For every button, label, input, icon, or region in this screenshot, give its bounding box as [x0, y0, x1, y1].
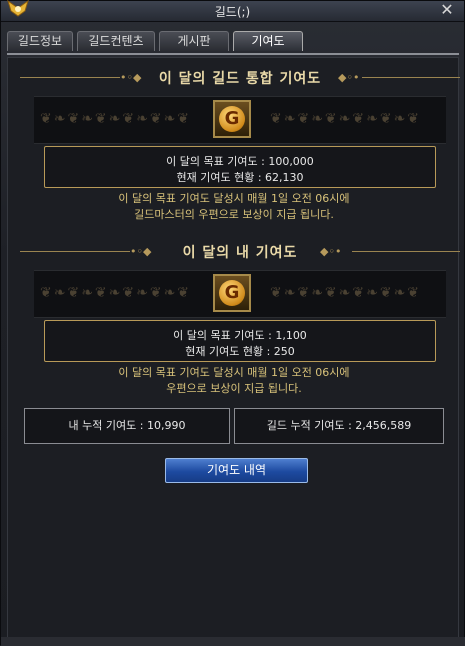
tab-contribution[interactable]: 기여도: [233, 31, 303, 51]
ornament-icon: ◆◦•: [320, 245, 342, 258]
ornament-icon: ◆◦•: [338, 71, 360, 84]
guild-goal-text: 이 달의 목표 기여도 : 100,000: [166, 155, 314, 168]
my-section-title: 이 달의 내 기여도: [182, 245, 298, 261]
guild-goal-box: 이 달의 목표 기여도 : 100,000 현재 기여도 현황 : 62,130: [44, 146, 436, 188]
filigree-pattern: ❦❧❦❧❦❧❦❧❦❧❦: [270, 285, 422, 301]
close-button[interactable]: ✕: [438, 1, 456, 19]
header-divider: [352, 251, 460, 252]
tab-board[interactable]: 게시판: [159, 31, 229, 51]
guild-section-header: •◦◆ 이 달의 길드 통합 기여도 ◆◦•: [20, 66, 460, 90]
filigree-pattern: ❦❧❦❧❦❧❦❧❦❧❦: [270, 111, 422, 127]
filigree-pattern: ❦❧❦❧❦❧❦❧❦❧❦: [40, 285, 192, 301]
header-divider: [362, 77, 460, 78]
my-total-contribution: 내 누적 기여도 : 10,990: [24, 408, 230, 444]
guild-window: 길드(;) ✕ 길드정보 길드컨텐츠 게시판 기여도 •◦◆ 이 달의 길드 통…: [0, 0, 465, 646]
my-section-header: •◦◆ 이 달의 내 기여도 ◆◦•: [20, 240, 460, 264]
contribution-panel: •◦◆ 이 달의 길드 통합 기여도 ◆◦• ❦❧❦❧❦❧❦❧❦❧❦ ❦❧❦❧❦…: [7, 57, 460, 639]
filigree-pattern: ❦❧❦❧❦❧❦❧❦❧❦: [40, 111, 192, 127]
my-notice-line-1: 이 달의 목표 기여도 달성시 매월 1일 오전 06시에: [118, 366, 350, 379]
guild-current-text: 현재 기여도 현황 : 62,130: [176, 171, 304, 184]
guild-section-title: 이 달의 길드 통합 기여도: [158, 71, 322, 87]
gold-pouch-icon: G: [219, 280, 245, 306]
my-goal-box: 이 달의 목표 기여도 : 1,100 현재 기여도 현황 : 250: [44, 320, 436, 362]
title-bar[interactable]: 길드(;) ✕: [1, 0, 464, 22]
close-icon: ✕: [440, 0, 454, 19]
guild-contribution-icon: G: [213, 100, 251, 138]
my-contribution-icon: G: [213, 274, 251, 312]
my-goal-text: 이 달의 목표 기여도 : 1,100: [173, 329, 307, 342]
guild-notice-line-1: 이 달의 목표 기여도 달성시 매월 1일 오전 06시에: [118, 192, 350, 205]
tab-guild-content[interactable]: 길드컨텐츠: [77, 31, 155, 51]
tab-divider: [7, 53, 459, 55]
gold-g-icon: G: [219, 106, 245, 132]
my-notice-line-2: 우편으로 보상이 지급 됩니다.: [166, 382, 302, 395]
my-current-text: 현재 기여도 현황 : 250: [185, 345, 295, 358]
contribution-history-button[interactable]: 기여도 내역: [165, 458, 308, 483]
window-title: 길드(;): [214, 5, 251, 19]
tab-guild-info[interactable]: 길드정보: [7, 31, 73, 51]
guild-notice-line-2: 길드마스터의 우편으로 보상이 지급 됩니다.: [134, 208, 334, 221]
guild-total-contribution: 길드 누적 기여도 : 2,456,589: [234, 408, 444, 444]
